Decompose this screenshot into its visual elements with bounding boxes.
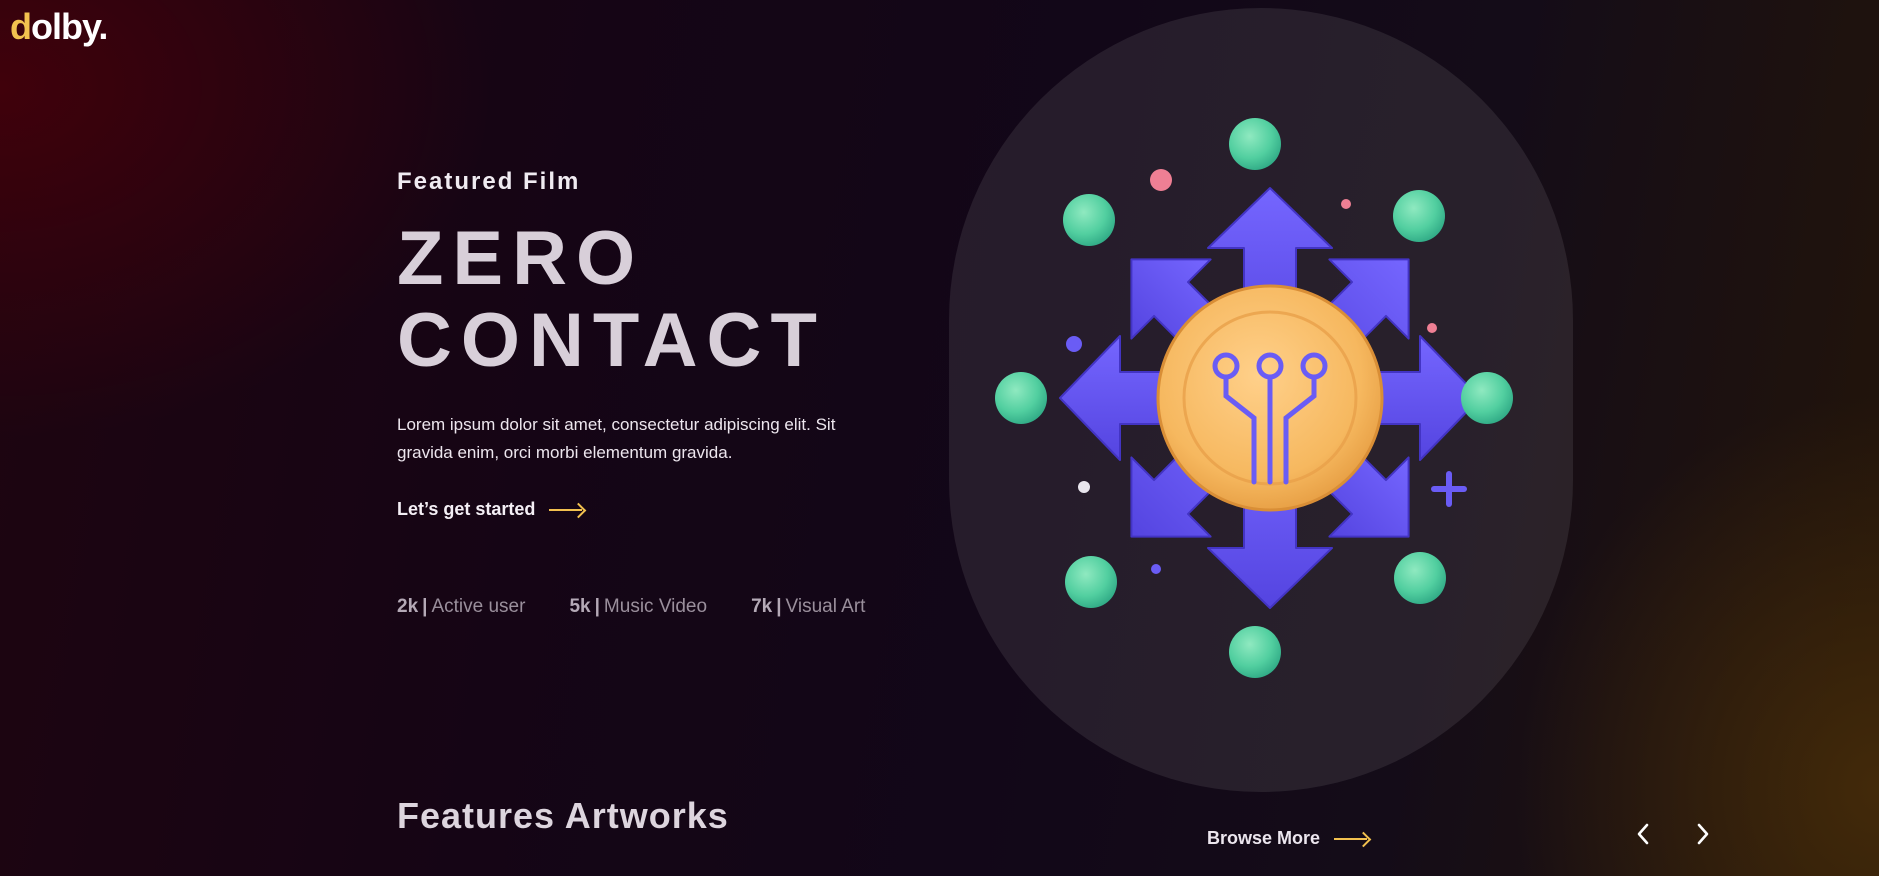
decor-dot bbox=[1078, 481, 1090, 493]
browse-more-link[interactable]: Browse More bbox=[1207, 828, 1370, 849]
logo[interactable]: dolby. bbox=[10, 6, 108, 48]
stat-value: 5k bbox=[569, 596, 591, 617]
decor-dot bbox=[1066, 336, 1082, 352]
stat-label: Visual Art bbox=[785, 596, 866, 617]
stat-item: 2k | Active user bbox=[397, 596, 525, 618]
network-hub-illustration bbox=[995, 118, 1513, 678]
features-section-title: Features Artworks bbox=[397, 795, 729, 836]
hero-title: ZERO CONTACT bbox=[397, 218, 826, 382]
chevron-left-icon bbox=[1637, 823, 1649, 845]
stat-divider: | bbox=[594, 596, 600, 617]
stat-divider: | bbox=[422, 596, 428, 617]
browse-more-label: Browse More bbox=[1207, 828, 1321, 848]
long-right-arrow-icon bbox=[549, 504, 585, 516]
get-started-link[interactable]: Let’s get started bbox=[397, 499, 585, 520]
stat-divider: | bbox=[776, 596, 782, 617]
hero-description: Lorem ipsum dolor sit amet, consectetur … bbox=[397, 415, 836, 462]
chevron-right-icon bbox=[1697, 823, 1709, 845]
hero-title-line-1: ZERO bbox=[397, 216, 645, 301]
decor-dot bbox=[1427, 323, 1437, 333]
decor-dot bbox=[1151, 564, 1161, 574]
logo-text: olby. bbox=[31, 6, 108, 47]
stat-item: 7k | Visual Art bbox=[751, 596, 865, 618]
decor-dot bbox=[1150, 169, 1172, 191]
featured-eyebrow: Featured Film bbox=[397, 168, 581, 195]
stats-row: 2k | Active user 5k | Music Video 7k | Visual … bbox=[397, 596, 865, 618]
hero-title-line-2: CONTACT bbox=[397, 298, 826, 383]
stat-value: 7k bbox=[751, 596, 773, 617]
stat-label: Music Video bbox=[603, 596, 708, 617]
stat-item: 5k | Music Video bbox=[569, 596, 707, 618]
get-started-label: Let’s get started bbox=[397, 499, 536, 519]
stat-value: 2k bbox=[397, 596, 419, 617]
carousel-prev-button[interactable] bbox=[1627, 818, 1659, 850]
stat-label: Active user bbox=[431, 596, 526, 617]
logo-letter-accent: d bbox=[10, 6, 32, 47]
carousel-next-button[interactable] bbox=[1687, 818, 1719, 850]
long-right-arrow-icon bbox=[1334, 833, 1370, 845]
decor-dot bbox=[1341, 199, 1351, 209]
sparkle-icon bbox=[1431, 471, 1467, 507]
